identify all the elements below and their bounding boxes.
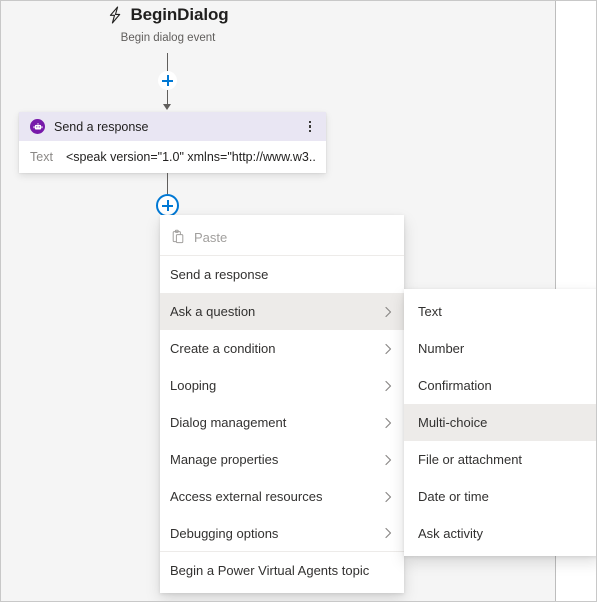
chevron-right-icon [382, 343, 394, 355]
chevron-right-icon [382, 306, 394, 318]
menu-item-label: Ask a question [170, 304, 256, 319]
menu-item-label: Send a response [170, 267, 269, 282]
menu-item-manage-properties[interactable]: Manage properties [160, 441, 404, 478]
lightning-bolt-icon [107, 6, 123, 24]
chevron-right-icon [382, 454, 394, 466]
menu-item-label: Looping [170, 378, 217, 393]
menu-item-label: Begin a Power Virtual Agents topic [170, 563, 370, 578]
submenu-item-file-or-attachment[interactable]: File or attachment [404, 441, 596, 478]
menu-item-create-a-condition[interactable]: Create a condition [160, 330, 404, 367]
action-card-body[interactable]: Text <speak version="1.0" xmlns="http://… [19, 141, 326, 173]
connector-line-bottom [167, 173, 168, 195]
menu-item-label: Paste [194, 229, 228, 245]
connector-line-top [167, 53, 168, 71]
plus-icon [162, 200, 173, 211]
chevron-right-icon [382, 417, 394, 429]
connector-line-top-lower [167, 90, 168, 105]
send-response-icon [30, 119, 45, 134]
chevron-right-icon [382, 380, 394, 392]
kebab-menu-icon[interactable] [303, 119, 317, 135]
submenu-item-number[interactable]: Number [404, 330, 596, 367]
add-node-button-bottom[interactable] [156, 194, 179, 217]
submenu-item-ask-activity[interactable]: Ask activity [404, 515, 596, 552]
chevron-right-icon [382, 491, 394, 503]
menu-item-paste: Paste [160, 219, 404, 256]
connector-arrow-top [163, 104, 171, 110]
submenu-item-multi-choice[interactable]: Multi-choice [404, 404, 596, 441]
submenu-item-confirmation[interactable]: Confirmation [404, 367, 596, 404]
ask-a-question-submenu[interactable]: Text Number Confirmation Multi-choice File o… [404, 289, 596, 556]
submenu-item-date-or-time[interactable]: Date or time [404, 478, 596, 515]
submenu-item-label: Confirmation [418, 378, 492, 393]
menu-item-dialog-management[interactable]: Dialog management [160, 404, 404, 441]
trigger-node[interactable]: BeginDialog Begin dialog event [1, 5, 335, 44]
submenu-item-text[interactable]: Text [404, 293, 596, 330]
action-card-title: Send a response [54, 119, 149, 134]
menu-item-label: Access external resources [170, 489, 323, 504]
menu-item-begin-a-power-virtual-agents-topic[interactable]: Begin a Power Virtual Agents topic [160, 552, 404, 589]
dialog-authoring-canvas: BeginDialog Begin dialog event Send a re… [0, 0, 597, 602]
trigger-title: BeginDialog [130, 5, 229, 24]
menu-item-access-external-resources[interactable]: Access external resources [160, 478, 404, 515]
menu-item-label: Create a condition [170, 341, 276, 356]
menu-item-label: Debugging options [170, 525, 279, 541]
action-card-send-a-response[interactable]: Send a response Text <speak version="1.0… [19, 112, 326, 173]
menu-item-label: Manage properties [170, 452, 279, 467]
chevron-right-icon [382, 527, 394, 539]
menu-item-ask-a-question[interactable]: Ask a question [160, 293, 404, 330]
menu-item-label: Dialog management [170, 415, 287, 430]
trigger-subtitle: Begin dialog event [120, 32, 216, 44]
submenu-item-label: Date or time [418, 489, 489, 504]
submenu-item-label: Number [418, 341, 465, 356]
clipboard-paste-icon [170, 229, 186, 245]
text-field-value: <speak version="1.0" xmlns="http://www.w… [65, 150, 316, 164]
trigger-title-row: BeginDialog [107, 5, 229, 25]
menu-item-send-a-response[interactable]: Send a response [160, 256, 404, 293]
node-context-menu[interactable]: Paste Send a response Ask a question Create… [160, 215, 404, 593]
menu-item-debugging-options[interactable]: Debugging options [160, 515, 404, 552]
add-node-button-top[interactable] [158, 71, 177, 90]
text-field-label: Text [30, 150, 53, 164]
submenu-item-label: Text [418, 304, 442, 319]
submenu-item-label: Multi-choice [418, 415, 488, 430]
plus-icon [162, 75, 173, 86]
menu-item-looping[interactable]: Looping [160, 367, 404, 404]
action-card-header: Send a response [19, 112, 326, 141]
submenu-item-label: File or attachment [418, 452, 523, 467]
submenu-item-label: Ask activity [418, 526, 484, 541]
